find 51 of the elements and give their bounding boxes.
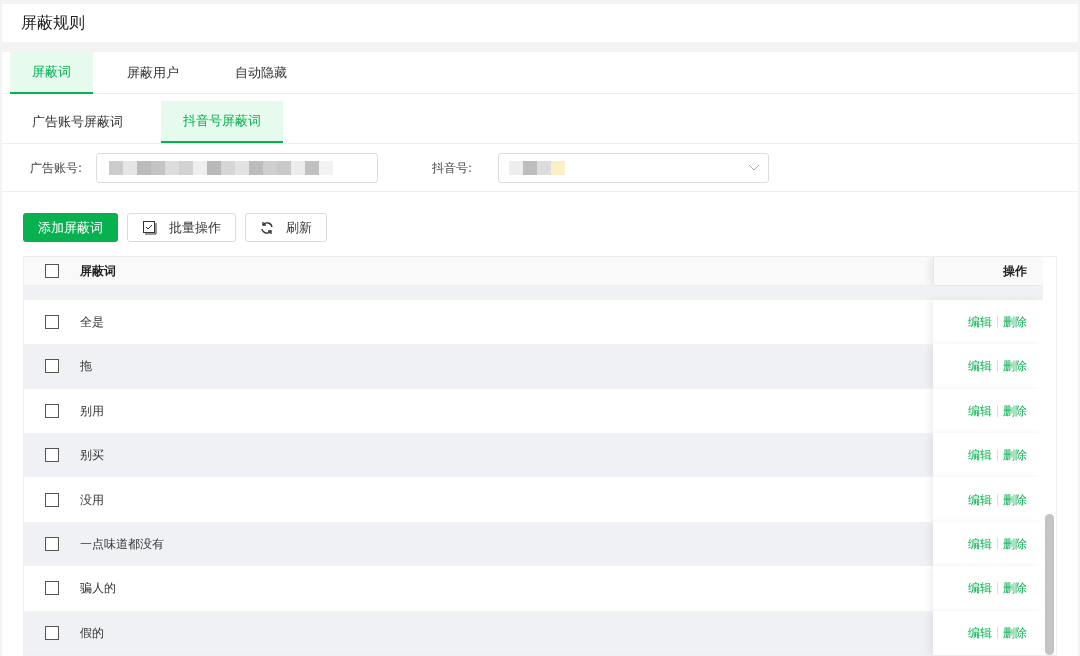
- page-title: 屏蔽规则: [21, 12, 85, 34]
- tab[interactable]: 自动隐藏: [213, 52, 309, 94]
- edit-link[interactable]: 编辑: [968, 579, 992, 598]
- checkbox[interactable]: [45, 625, 59, 640]
- delete-link[interactable]: 删除: [1003, 313, 1027, 332]
- add-button[interactable]: 添加屏蔽词: [23, 213, 118, 242]
- checklist-icon: [142, 220, 157, 235]
- delete-link[interactable]: 删除: [1003, 623, 1027, 642]
- table-cell-text: 没用: [80, 491, 104, 509]
- sub-tab[interactable]: 抖音号屏蔽词: [161, 101, 283, 143]
- tab[interactable]: 屏蔽词: [10, 52, 93, 94]
- scrollbar-thumb[interactable]: [1045, 514, 1054, 655]
- filter-label: 广告账号:: [30, 159, 84, 177]
- filter-label: 抖音号:: [432, 159, 474, 177]
- edit-link[interactable]: 编辑: [968, 313, 992, 332]
- delete-link[interactable]: 删除: [1003, 401, 1027, 420]
- delete-link[interactable]: 删除: [1003, 535, 1027, 553]
- refresh-button[interactable]: 刷新: [245, 213, 327, 242]
- column-header: 屏蔽词: [80, 263, 116, 281]
- checkbox[interactable]: [45, 359, 59, 374]
- edit-link[interactable]: 编辑: [968, 357, 992, 376]
- refresh-icon: [260, 220, 274, 235]
- table-cell-text: 别用: [80, 402, 104, 420]
- checkbox[interactable]: [45, 537, 59, 551]
- checkbox[interactable]: [45, 403, 59, 418]
- checkbox[interactable]: [45, 264, 59, 279]
- table-cell-text: 骗人的: [80, 580, 116, 598]
- table-cell-text: 拖: [80, 358, 92, 376]
- tab[interactable]: 屏蔽用户: [105, 52, 201, 94]
- edit-link[interactable]: 编辑: [968, 535, 992, 553]
- sub-tab[interactable]: 广告账号屏蔽词: [10, 101, 145, 143]
- table-cell-text: 别买: [80, 447, 104, 465]
- checkbox[interactable]: [45, 448, 59, 463]
- chevron-down-icon: [748, 163, 760, 172]
- edit-link[interactable]: 编辑: [968, 623, 992, 642]
- delete-link[interactable]: 删除: [1003, 357, 1027, 376]
- checkbox[interactable]: [45, 315, 59, 330]
- table-cell-text: 全是: [80, 314, 104, 332]
- account-field[interactable]: [96, 152, 378, 183]
- delete-link[interactable]: 删除: [1003, 579, 1027, 598]
- edit-link[interactable]: 编辑: [968, 401, 992, 420]
- checkbox[interactable]: [45, 492, 59, 507]
- table-cell-text: 假的: [80, 624, 104, 642]
- batch-button[interactable]: 批量操作: [127, 213, 236, 242]
- column-header: 操作: [1003, 263, 1027, 281]
- edit-link[interactable]: 编辑: [968, 446, 992, 465]
- delete-link[interactable]: 删除: [1003, 446, 1027, 465]
- checkbox[interactable]: [45, 581, 59, 596]
- delete-link[interactable]: 删除: [1003, 490, 1027, 509]
- edit-link[interactable]: 编辑: [968, 490, 992, 509]
- table-cell-text: 一点味道都没有: [80, 536, 164, 553]
